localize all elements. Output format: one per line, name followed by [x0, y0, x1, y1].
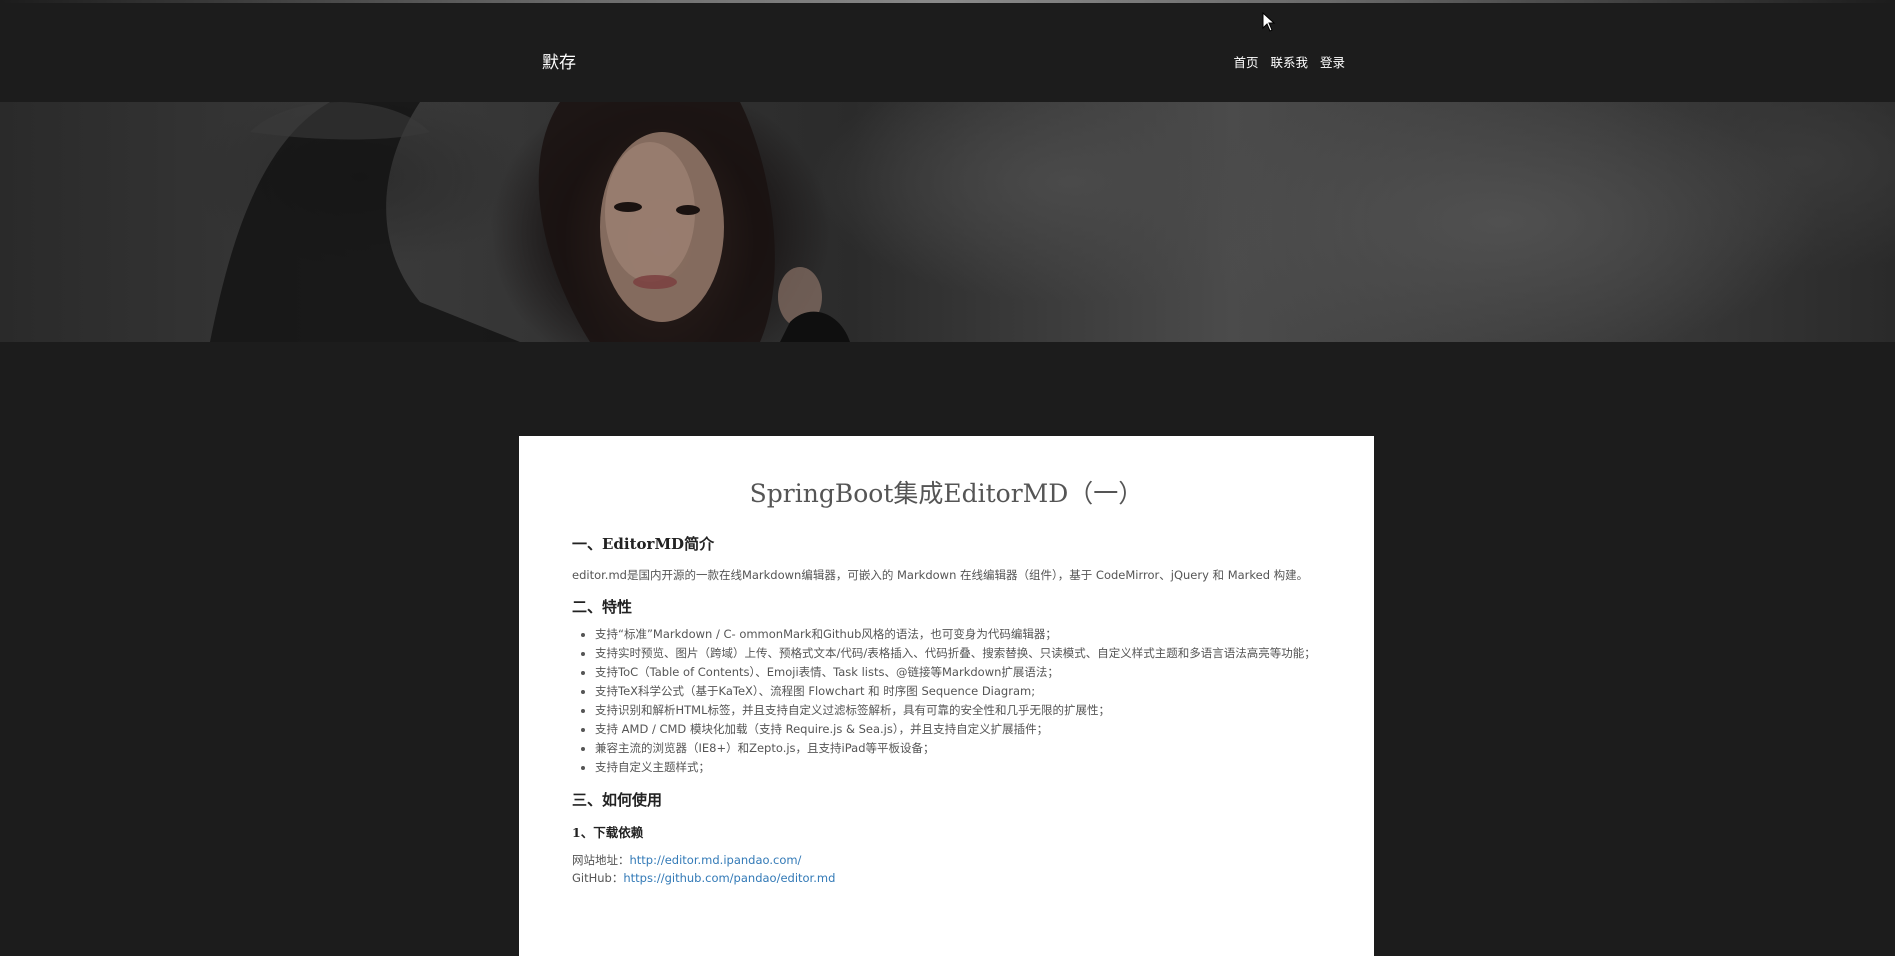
list-item: 支持ToC（Table of Contents）、Emoji表情、Task li… — [595, 663, 1332, 682]
section-heading-intro: 一、EditorMD简介 — [572, 535, 715, 553]
intro-paragraph: editor.md是国内开源的一款在线Markdown编辑器，可嵌入的 Mark… — [572, 568, 1309, 582]
list-item: 支持“标准”Markdown / C- ommonMark和Github风格的语… — [595, 625, 1332, 644]
section-heading-features: 二、特性 — [572, 598, 633, 616]
website-line: 网站地址：http://editor.md.ipandao.com/ — [572, 851, 1332, 869]
site-brand[interactable]: 默存 — [542, 48, 576, 73]
list-item: 支持实时预览、图片（跨域）上传、预格式文本/代码/表格插入、代码折叠、搜索替换、… — [595, 644, 1332, 663]
portrait-photo-image — [210, 102, 850, 342]
github-line: GitHub：https://github.com/pandao/editor.… — [572, 869, 1332, 887]
nav-item-home[interactable]: 首页 — [1233, 52, 1258, 71]
hero-banner-image — [0, 102, 1895, 342]
website-label: 网站地址： — [572, 853, 630, 867]
website-link[interactable]: http://editor.md.ipandao.com/ — [630, 853, 802, 867]
post-title: SpringBoot集成EditorMD（一） — [749, 479, 1144, 508]
features-list: 支持“标准”Markdown / C- ommonMark和Github风格的语… — [572, 625, 1332, 777]
navbar: 默存 首页 联系我 登录 — [0, 3, 1895, 102]
mouse-cursor-icon — [1262, 12, 1276, 32]
github-label: GitHub： — [572, 871, 624, 885]
github-link[interactable]: https://github.com/pandao/editor.md — [623, 871, 835, 885]
list-item: 支持TeX科学公式（基于KaTeX）、流程图 Flowchart 和 时序图 S… — [595, 682, 1332, 701]
list-item: 兼容主流的浏览器（IE8+）和Zepto.js，且支持iPad等平板设备； — [595, 739, 1332, 758]
nav-item-contact[interactable]: 联系我 — [1270, 52, 1308, 71]
list-item: 支持自定义主题样式； — [595, 758, 1332, 777]
article-card: SpringBoot集成EditorMD（一） 一、EditorMD简介 edi… — [519, 436, 1374, 956]
nav-item-login[interactable]: 登录 — [1320, 52, 1345, 71]
list-item: 支持 AMD / CMD 模块化加载（支持 Require.js & Sea.j… — [595, 720, 1332, 739]
section-heading-usage: 三、如何使用 — [572, 791, 663, 809]
article-content: 一、EditorMD简介 editor.md是国内开源的一款在线Markdown… — [572, 533, 1332, 887]
nav-menu: 首页 联系我 登录 — [1233, 52, 1345, 71]
list-item: 支持识别和解析HTML标签，并且支持自定义过滤标签解析，具有可靠的安全性和几乎无… — [595, 701, 1332, 720]
subheading-download: 1、下载依赖 — [572, 825, 644, 840]
